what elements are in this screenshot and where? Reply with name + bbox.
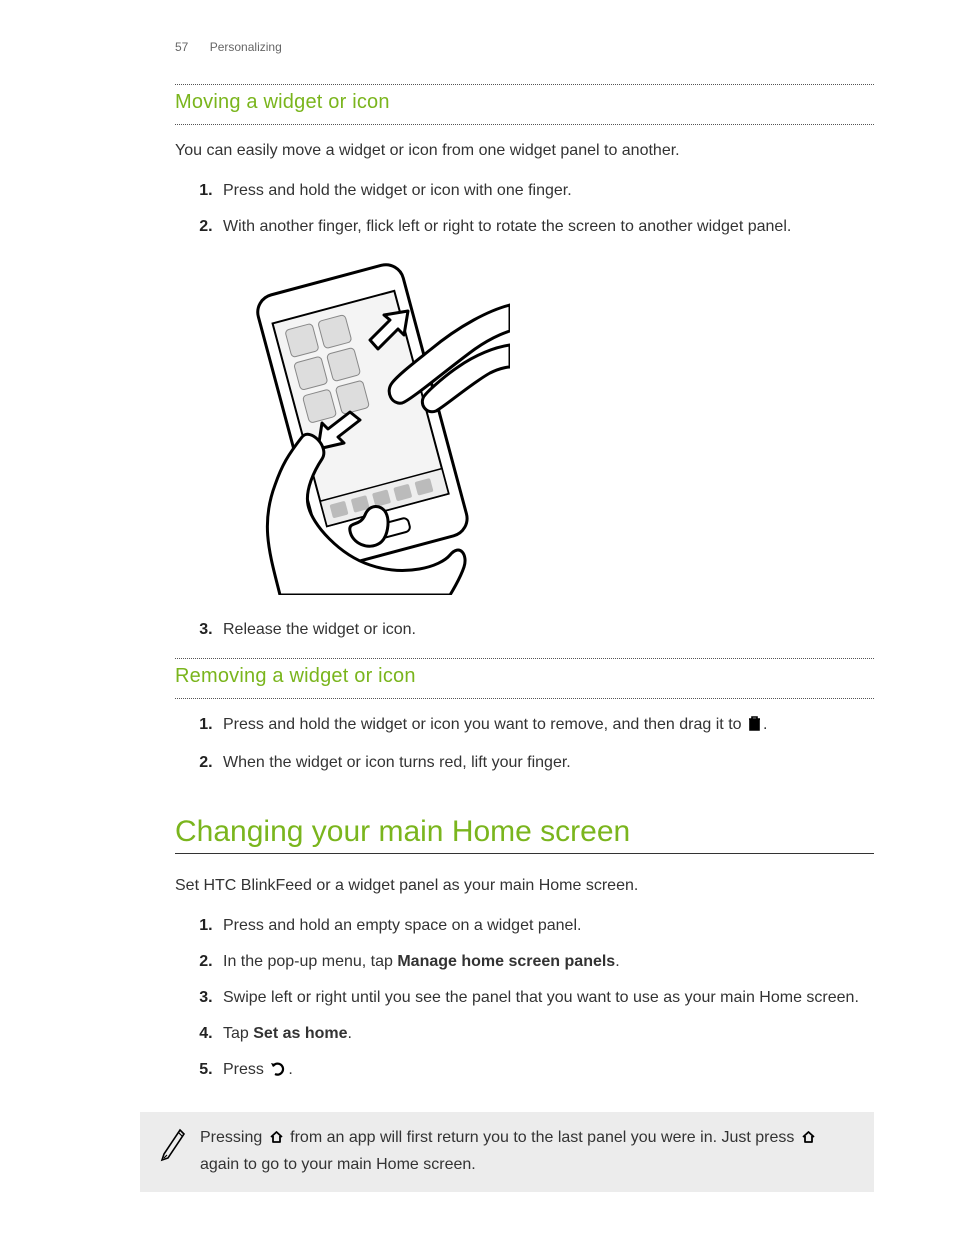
document-page: 57 Personalizing Moving a widget or icon… <box>0 0 954 1252</box>
step-text: . <box>763 716 767 733</box>
subheading-removing: Removing a widget or icon <box>175 665 874 688</box>
list-item: With another finger, flick left or right… <box>217 215 874 239</box>
note-box: Pressing from an app will first return y… <box>140 1112 874 1192</box>
home-icon <box>269 1128 284 1153</box>
list-item: Tap Set as home. <box>217 1022 874 1046</box>
step-text: Tap <box>223 1025 253 1042</box>
subheading-moving: Moving a widget or icon <box>175 91 874 114</box>
section-name: Personalizing <box>210 40 282 54</box>
page-header: 57 Personalizing <box>175 40 874 54</box>
step-text: . <box>288 1061 292 1078</box>
steps-list-moving: Press and hold the widget or icon with o… <box>175 179 874 239</box>
list-item: When the widget or icon turns red, lift … <box>217 751 874 775</box>
divider <box>175 853 874 854</box>
step-text: In the pop-up menu, tap <box>223 953 397 970</box>
step-text: Press <box>223 1061 268 1078</box>
back-icon <box>270 1060 286 1084</box>
note-text: Pressing from an app will first return y… <box>200 1126 854 1178</box>
divider: Moving a widget or icon <box>175 84 874 114</box>
note-part: from an app will first return you to the… <box>290 1129 799 1146</box>
divider <box>175 694 874 699</box>
steps-list-changing: Press and hold an empty space on a widge… <box>175 914 874 1084</box>
main-heading: Changing your main Home screen <box>175 815 874 849</box>
phone-hand-illustration-icon <box>220 255 510 595</box>
note-part: again to go to your main Home screen. <box>200 1156 476 1173</box>
list-item: In the pop-up menu, tap Manage home scre… <box>217 950 874 974</box>
list-item: Swipe left or right until you see the pa… <box>217 986 874 1010</box>
list-item: Release the widget or icon. <box>217 618 874 642</box>
list-item: Press and hold the widget or icon you wa… <box>217 713 874 739</box>
intro-text: You can easily move a widget or icon fro… <box>175 139 874 163</box>
bold-label: Manage home screen panels <box>397 953 615 970</box>
page-number: 57 <box>175 40 188 54</box>
home-icon <box>801 1128 816 1153</box>
gesture-illustration <box>220 255 874 600</box>
list-item: Press and hold the widget or icon with o… <box>217 179 874 203</box>
step-text: . <box>348 1025 352 1042</box>
list-item: Press . <box>217 1058 874 1084</box>
bold-label: Set as home <box>253 1025 347 1042</box>
note-part: Pressing <box>200 1129 267 1146</box>
list-item: Press and hold an empty space on a widge… <box>217 914 874 938</box>
steps-list-removing: Press and hold the widget or icon you wa… <box>175 713 874 775</box>
trash-icon <box>748 715 761 739</box>
pen-icon <box>160 1128 186 1171</box>
divider: Removing a widget or icon <box>175 658 874 688</box>
step-text: Press and hold the widget or icon you wa… <box>223 716 746 733</box>
steps-list-moving-cont: Release the widget or icon. <box>175 618 874 642</box>
divider <box>175 120 874 125</box>
step-text: . <box>615 953 619 970</box>
intro-text: Set HTC BlinkFeed or a widget panel as y… <box>175 874 874 898</box>
